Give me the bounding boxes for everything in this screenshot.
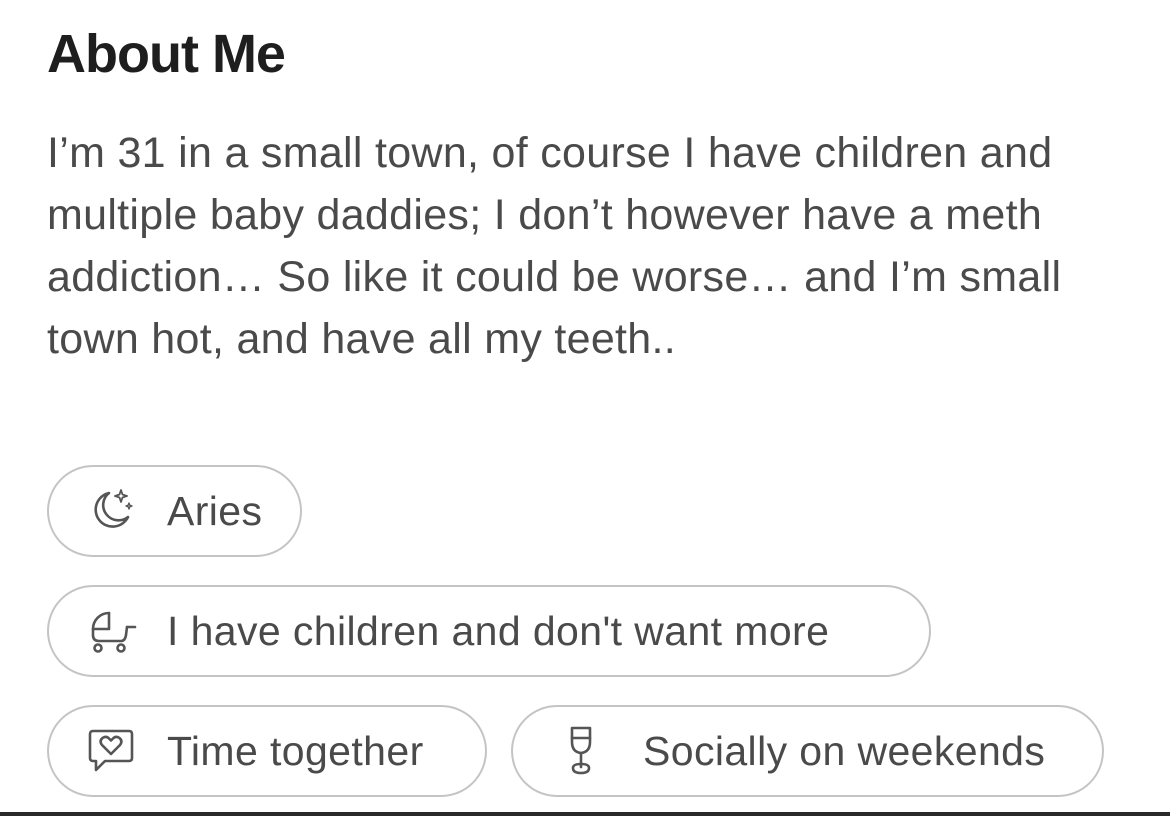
love-language-label: Time together: [167, 727, 424, 774]
bottom-divider: [0, 812, 1170, 816]
family-plans-label: I have children and don't want more: [167, 607, 830, 654]
heart-chat-icon: [85, 725, 137, 777]
drinking-label: Socially on weekends: [643, 727, 1046, 774]
section-title: About Me: [47, 24, 286, 84]
family-plans-chip[interactable]: I have children and don't want more: [47, 585, 931, 677]
drinking-chip[interactable]: Socially on weekends: [511, 705, 1104, 797]
wine-glass-icon: [555, 725, 607, 777]
zodiac-label: Aries: [167, 487, 263, 534]
bio-text: I’m 31 in a small town, of course I have…: [47, 129, 1062, 363]
moon-stars-icon: [85, 485, 137, 537]
zodiac-chip[interactable]: Aries: [47, 465, 302, 557]
love-language-chip[interactable]: Time together: [47, 705, 487, 797]
stroller-icon: [85, 605, 137, 657]
